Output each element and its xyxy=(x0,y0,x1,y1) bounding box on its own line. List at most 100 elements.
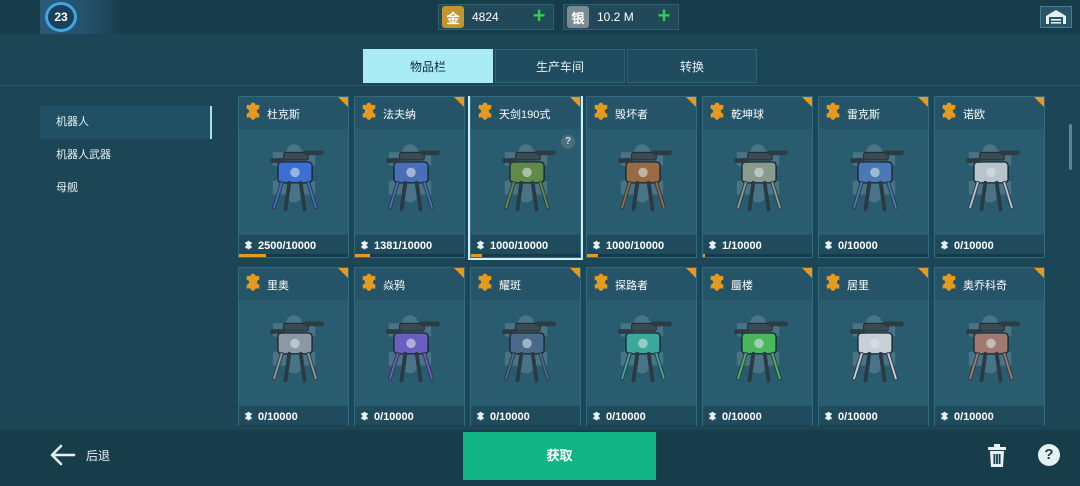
tab-divider xyxy=(0,85,1080,86)
puzzle-piece-icon xyxy=(826,273,840,291)
progress-bar xyxy=(935,425,1044,426)
tab-workshop[interactable]: 生产车间 xyxy=(495,49,625,83)
silver-amount: 10.2 M xyxy=(597,10,634,24)
robot-card[interactable]: 探路者 0/10000 xyxy=(586,267,697,426)
silver-currency: 银 10.2 M + xyxy=(563,4,679,30)
puzzle-count-icon xyxy=(361,411,368,421)
puzzle-piece-icon xyxy=(246,102,260,120)
robot-card[interactable]: 里奥 0/10000 xyxy=(238,267,349,426)
get-button[interactable]: 获取 xyxy=(463,432,656,480)
robot-card[interactable]: 焱鸦 0/10000 xyxy=(354,267,465,426)
puzzle-count-icon xyxy=(361,240,368,250)
progress-bar xyxy=(355,425,464,426)
puzzle-piece-icon xyxy=(478,273,492,291)
arrow-left-icon xyxy=(50,444,76,466)
grid-scrollbar[interactable] xyxy=(1069,124,1072,170)
card-corner-marker xyxy=(802,97,812,107)
player-level[interactable]: 23 xyxy=(45,2,77,32)
piece-count: 0/10000 xyxy=(258,411,298,423)
piece-count: 0/10000 xyxy=(490,411,530,423)
hangar-button[interactable] xyxy=(1040,6,1072,28)
puzzle-count-icon xyxy=(245,240,252,250)
sidebar-item-robot-weapons[interactable]: 机器人武器 xyxy=(40,139,212,172)
puzzle-count-icon xyxy=(477,240,484,250)
question-icon[interactable]: ? xyxy=(561,135,575,149)
delete-button[interactable] xyxy=(986,444,1008,468)
robot-name: 毁坏者 xyxy=(615,109,648,121)
robot-card[interactable]: 蜃楼 0/10000 xyxy=(702,267,813,426)
piece-count: 1000/10000 xyxy=(606,240,665,252)
robot-card[interactable]: 天剑190式 1000/10000 ? xyxy=(470,96,581,258)
progress-bar xyxy=(703,425,812,426)
robot-name: 焱鸦 xyxy=(383,280,405,292)
progress-bar xyxy=(703,254,812,257)
puzzle-count-icon xyxy=(825,240,832,250)
robot-card[interactable]: 居里 0/10000 xyxy=(818,267,929,426)
robot-image xyxy=(734,321,788,383)
robot-name: 耀斑 xyxy=(499,280,521,292)
piece-count: 0/10000 xyxy=(838,240,878,252)
card-corner-marker xyxy=(570,97,580,107)
piece-count: 0/10000 xyxy=(606,411,646,423)
back-button[interactable]: 后退 xyxy=(50,444,110,466)
robot-card[interactable]: 法夫纳 1381/10000 xyxy=(354,96,465,258)
robot-name: 乾坤球 xyxy=(731,109,764,121)
card-corner-marker xyxy=(454,268,464,278)
category-sidebar: 机器人 机器人武器 母舰 xyxy=(40,106,212,205)
robot-name: 探路者 xyxy=(615,280,648,292)
robot-card[interactable]: 杜克斯 2500/10000 xyxy=(238,96,349,258)
robot-card[interactable]: 毁坏者 1000/10000 xyxy=(586,96,697,258)
robot-card[interactable]: 雷克斯 0/10000 xyxy=(818,96,929,258)
piece-count: 0/10000 xyxy=(374,411,414,423)
add-silver-button[interactable]: + xyxy=(654,5,674,27)
puzzle-count-icon xyxy=(245,411,252,421)
add-gold-button[interactable]: + xyxy=(529,5,549,27)
gold-currency: 金 4824 + xyxy=(438,4,554,30)
tab-bar: 物品栏 生产车间 转换 xyxy=(363,49,757,83)
piece-count: 0/10000 xyxy=(954,411,994,423)
piece-count: 0/10000 xyxy=(838,411,878,423)
sidebar-item-motherships[interactable]: 母舰 xyxy=(40,172,212,205)
piece-count: 2500/10000 xyxy=(258,240,317,252)
back-label: 后退 xyxy=(86,448,111,463)
puzzle-count-icon xyxy=(709,240,716,250)
progress-fill xyxy=(239,254,267,257)
card-corner-marker xyxy=(338,97,348,107)
card-corner-marker xyxy=(1034,268,1044,278)
robot-name: 居里 xyxy=(847,280,869,292)
robot-card[interactable]: 耀斑 0/10000 xyxy=(470,267,581,426)
progress-fill xyxy=(355,254,371,257)
puzzle-count-icon xyxy=(593,411,600,421)
tab-inventory[interactable]: 物品栏 xyxy=(363,49,493,83)
piece-count: 1000/10000 xyxy=(490,240,549,252)
robot-image xyxy=(386,150,440,212)
robot-image xyxy=(502,150,556,212)
help-button[interactable]: ? xyxy=(1038,444,1060,466)
puzzle-piece-icon xyxy=(942,273,956,291)
puzzle-piece-icon xyxy=(246,273,260,291)
robot-image xyxy=(270,321,324,383)
robot-card[interactable]: 诺欧 0/10000 xyxy=(934,96,1045,258)
puzzle-piece-icon xyxy=(942,102,956,120)
progress-fill xyxy=(703,254,705,257)
card-corner-marker xyxy=(570,268,580,278)
card-corner-marker xyxy=(338,268,348,278)
progress-bar xyxy=(587,425,696,426)
progress-fill xyxy=(587,254,598,257)
puzzle-piece-icon xyxy=(478,102,492,120)
card-corner-marker xyxy=(918,97,928,107)
robot-card[interactable]: 奥乔科奇 0/10000 xyxy=(934,267,1045,426)
progress-bar xyxy=(239,425,348,426)
robot-image xyxy=(386,321,440,383)
puzzle-count-icon xyxy=(593,240,600,250)
tab-convert[interactable]: 转换 xyxy=(627,49,757,83)
sidebar-item-robots[interactable]: 机器人 xyxy=(40,106,212,139)
robot-image xyxy=(270,150,324,212)
robot-image xyxy=(850,321,904,383)
progress-bar xyxy=(471,425,580,426)
piece-count: 0/10000 xyxy=(722,411,762,423)
robot-card[interactable]: 乾坤球 1/10000 xyxy=(702,96,813,258)
puzzle-piece-icon xyxy=(594,102,608,120)
robot-image xyxy=(850,150,904,212)
robot-name: 法夫纳 xyxy=(383,109,416,121)
